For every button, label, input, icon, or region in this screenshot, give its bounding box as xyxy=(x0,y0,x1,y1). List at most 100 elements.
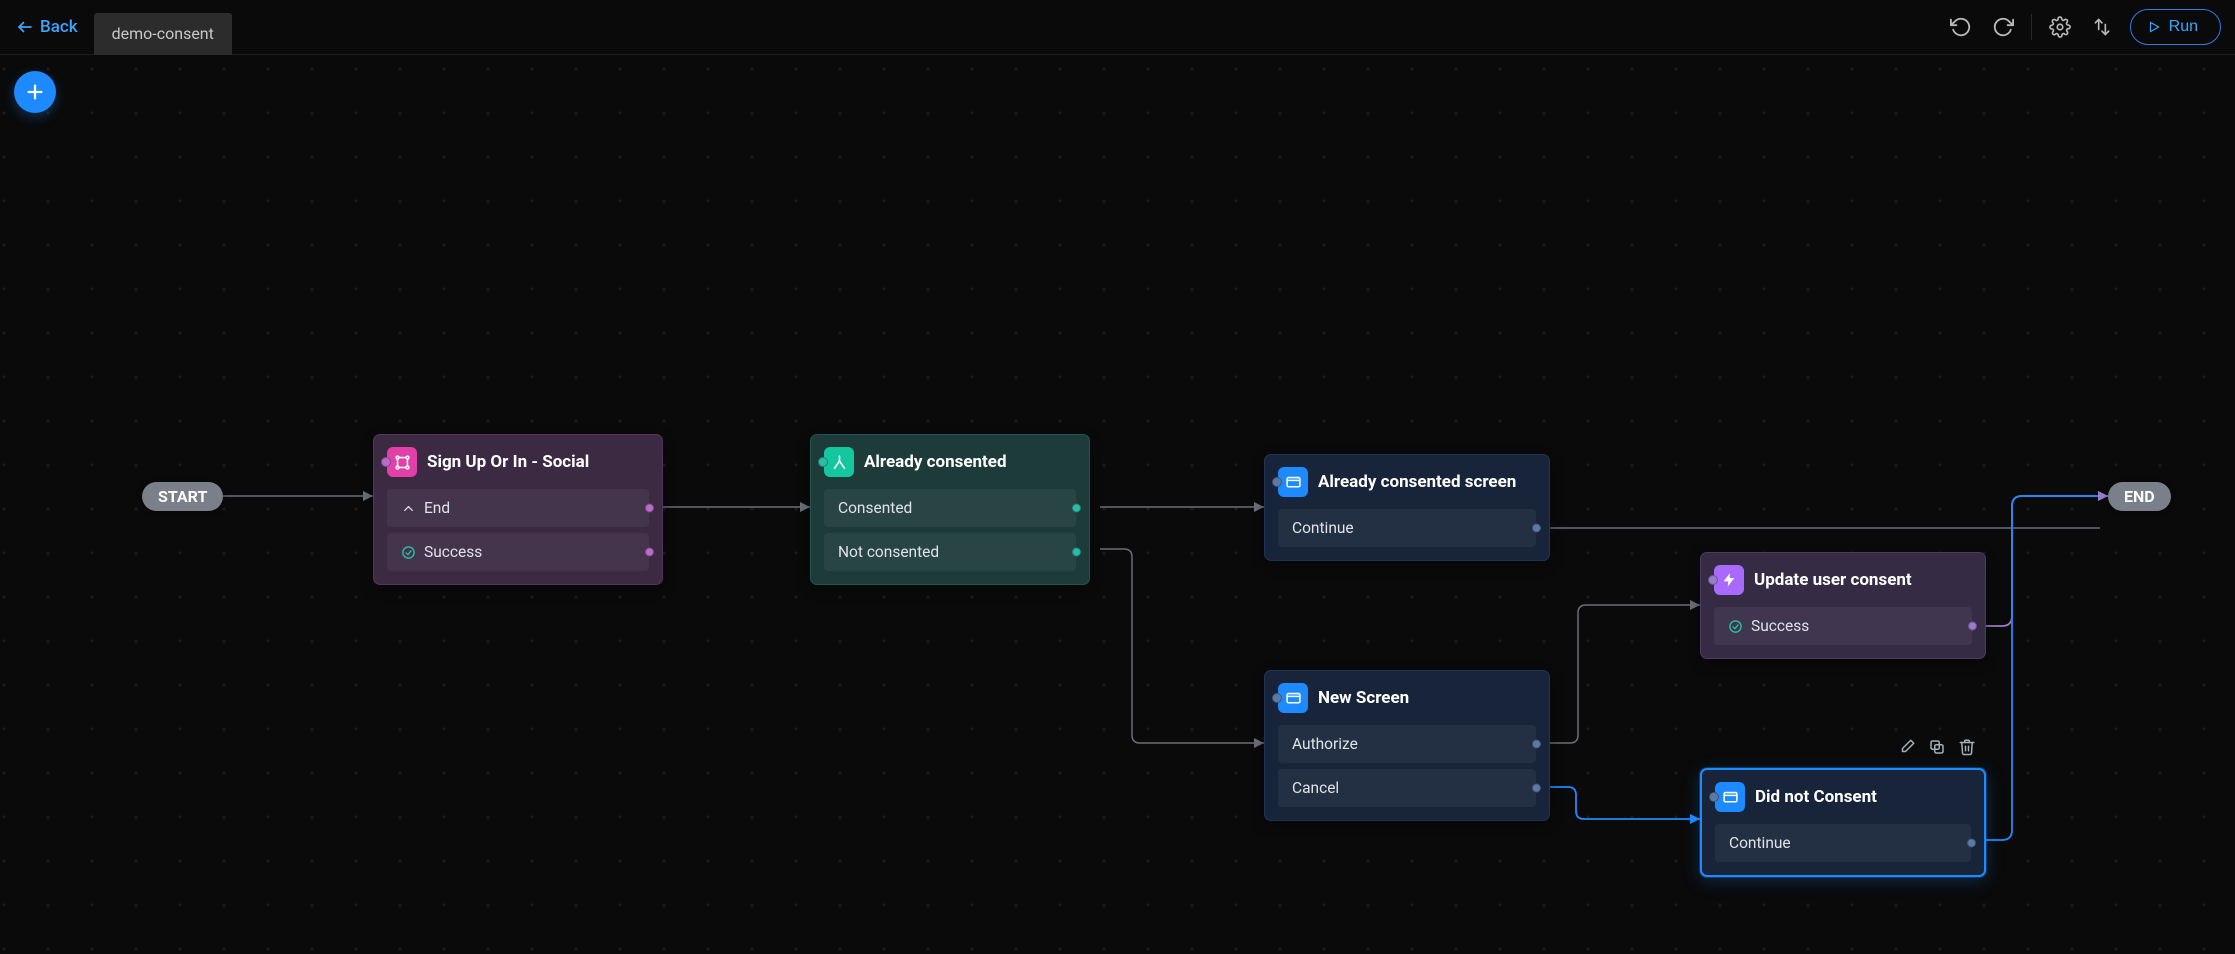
pencil-icon xyxy=(1898,738,1916,756)
io-button[interactable] xyxy=(2088,13,2116,41)
node-input-handle[interactable] xyxy=(1709,792,1719,802)
tab-label: demo-consent xyxy=(112,24,214,43)
top-bar-left: Back demo-consent xyxy=(0,0,232,54)
node-type-icon xyxy=(824,447,854,477)
node-type-icon xyxy=(387,447,417,477)
node-output-handle[interactable] xyxy=(645,548,654,557)
node-new-screen[interactable]: New Screen Authorize Cancel xyxy=(1264,670,1550,821)
trash-icon xyxy=(1958,738,1976,756)
gear-icon xyxy=(2049,16,2071,38)
node-output-cancel[interactable]: Cancel xyxy=(1278,769,1536,807)
node-output-handle[interactable] xyxy=(645,504,654,513)
settings-button[interactable] xyxy=(2046,13,2074,41)
node-update-user-consent[interactable]: Update user consent Success xyxy=(1700,552,1986,659)
run-label: Run xyxy=(2169,18,2198,36)
node-input-handle[interactable] xyxy=(381,457,391,467)
row-label: Success xyxy=(424,543,482,561)
chevron-up-icon xyxy=(401,501,416,516)
node-header: Did not Consent xyxy=(1715,782,1971,812)
node-output-handle[interactable] xyxy=(1072,548,1081,557)
node-output-success[interactable]: Success xyxy=(387,533,649,571)
network-icon xyxy=(394,454,411,471)
edit-node-button[interactable] xyxy=(1898,738,1918,758)
node-output-handle[interactable] xyxy=(1968,622,1977,631)
bolt-icon xyxy=(1721,572,1737,588)
node-header: New Screen xyxy=(1278,683,1536,713)
screen-icon xyxy=(1285,474,1302,491)
node-output-continue[interactable]: Continue xyxy=(1715,824,1971,862)
node-output-authorize[interactable]: Authorize xyxy=(1278,725,1536,763)
row-label: End xyxy=(424,499,450,517)
success-icon xyxy=(401,545,416,560)
top-bar: Back demo-consent Run xyxy=(0,0,2235,55)
node-already-consented-screen[interactable]: Already consented screen Continue xyxy=(1264,454,1550,561)
end-pill: END xyxy=(2108,482,2171,511)
node-output-handle[interactable] xyxy=(1967,839,1976,848)
node-output-handle[interactable] xyxy=(1072,504,1081,513)
node-output-handle[interactable] xyxy=(1532,524,1541,533)
node-input-handle[interactable] xyxy=(1272,477,1282,487)
node-already-consented[interactable]: Already consented Consented Not consente… xyxy=(810,434,1090,585)
toolbar-divider xyxy=(2031,14,2032,40)
back-button[interactable]: Back xyxy=(0,0,94,54)
plus-icon xyxy=(24,81,46,103)
node-input-handle[interactable] xyxy=(1708,575,1718,585)
node-title: Did not Consent xyxy=(1755,787,1877,807)
node-title: Already consented screen xyxy=(1318,472,1516,492)
row-label: Continue xyxy=(1292,519,1354,537)
copy-icon xyxy=(1928,738,1946,756)
node-signup-social[interactable]: Sign Up Or In - Social End Success xyxy=(373,434,663,585)
node-header: Already consented xyxy=(824,447,1076,477)
add-node-button[interactable] xyxy=(14,71,56,113)
delete-node-button[interactable] xyxy=(1958,738,1978,758)
undo-button[interactable] xyxy=(1947,13,1975,41)
branch-icon xyxy=(831,454,848,471)
node-toolbar xyxy=(1898,738,1978,758)
tab-flow-name[interactable]: demo-consent xyxy=(94,13,232,55)
node-type-icon xyxy=(1278,683,1308,713)
row-label: Cancel xyxy=(1292,779,1339,797)
node-output-continue[interactable]: Continue xyxy=(1278,509,1536,547)
node-output-not-consented[interactable]: Not consented xyxy=(824,533,1076,571)
screen-icon xyxy=(1285,690,1302,707)
node-title: New Screen xyxy=(1318,688,1409,708)
node-input-handle[interactable] xyxy=(818,457,828,467)
node-output-end[interactable]: End xyxy=(387,489,649,527)
redo-button[interactable] xyxy=(1989,13,2017,41)
success-icon xyxy=(1728,619,1743,634)
redo-icon xyxy=(1992,16,2014,38)
screen-icon xyxy=(1722,789,1739,806)
node-type-icon xyxy=(1714,565,1744,595)
node-output-handle[interactable] xyxy=(1532,784,1541,793)
node-title: Sign Up Or In - Social xyxy=(427,452,589,472)
arrow-left-icon xyxy=(16,18,34,36)
node-type-icon xyxy=(1715,782,1745,812)
top-bar-right: Run xyxy=(1947,9,2221,45)
undo-icon xyxy=(1950,16,1972,38)
node-input-handle[interactable] xyxy=(1272,693,1282,703)
node-output-consented[interactable]: Consented xyxy=(824,489,1076,527)
io-arrows-icon xyxy=(2092,17,2112,37)
flow-canvas[interactable]: START END Sign Up Or In - Social End Suc… xyxy=(0,55,2235,954)
row-label: Authorize xyxy=(1292,735,1358,753)
start-pill: START xyxy=(142,482,223,511)
row-label: Not consented xyxy=(838,543,939,561)
play-icon xyxy=(2147,20,2161,34)
row-label: Continue xyxy=(1729,834,1791,852)
node-header: Already consented screen xyxy=(1278,467,1536,497)
run-button[interactable]: Run xyxy=(2130,9,2221,45)
node-header: Update user consent xyxy=(1714,565,1972,595)
end-label: END xyxy=(2124,487,2155,506)
back-label: Back xyxy=(40,17,78,37)
start-label: START xyxy=(158,487,207,506)
duplicate-node-button[interactable] xyxy=(1928,738,1948,758)
row-label: Consented xyxy=(838,499,912,517)
node-title: Already consented xyxy=(864,452,1007,472)
node-output-success[interactable]: Success xyxy=(1714,607,1972,645)
node-header: Sign Up Or In - Social xyxy=(387,447,649,477)
node-title: Update user consent xyxy=(1754,570,1912,590)
node-type-icon xyxy=(1278,467,1308,497)
node-output-handle[interactable] xyxy=(1532,740,1541,749)
row-label: Success xyxy=(1751,617,1809,635)
node-did-not-consent[interactable]: Did not Consent Continue xyxy=(1700,768,1986,877)
